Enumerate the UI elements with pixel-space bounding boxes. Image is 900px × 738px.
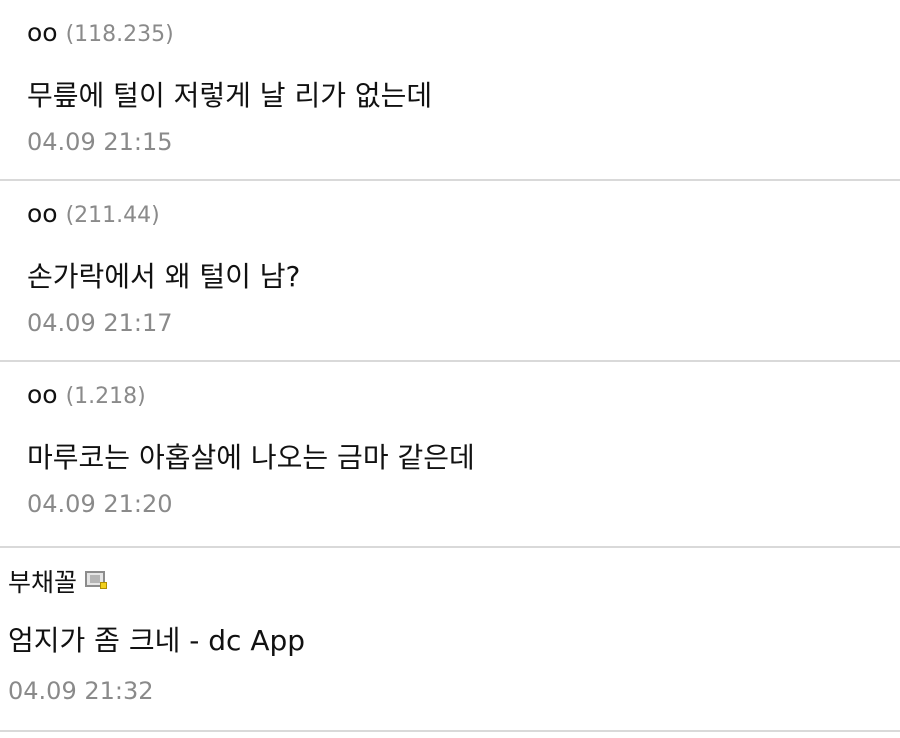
comment-ip: (118.235) — [65, 22, 174, 47]
comment-item: 부채꼴 엄지가 좀 크네 - dc App 04.09 21:32 — [0, 548, 900, 732]
comment-text: 마루코는 아홉살에 나오는 금마 같은데 — [27, 441, 475, 474]
comment-date: 04.09 21:17 — [27, 309, 173, 337]
comment-date: 04.09 21:32 — [8, 677, 154, 705]
comment-author[interactable]: oo — [27, 18, 58, 47]
comment-date: 04.09 21:20 — [27, 490, 173, 518]
comment-date: 04.09 21:15 — [27, 128, 173, 156]
comment-text: 무릎에 털이 저렇게 날 리가 없는데 — [27, 79, 433, 112]
comment-author[interactable]: oo — [27, 199, 58, 228]
comment-author[interactable]: oo — [27, 380, 58, 409]
comment-item: oo (118.235) 무릎에 털이 저렇게 날 리가 없는데 04.09 21… — [0, 0, 900, 181]
comment-item: oo (211.44) 손가락에서 왜 털이 남? 04.09 21:17 — [0, 181, 900, 362]
comment-list: oo (118.235) 무릎에 털이 저렇게 날 리가 없는데 04.09 21… — [0, 0, 900, 738]
comment-author[interactable]: 부채꼴 — [8, 568, 77, 597]
comment-ip: (211.44) — [65, 203, 160, 228]
comment-ip: (1.218) — [65, 384, 146, 409]
comment-item: oo (1.218) 마루코는 아홉살에 나오는 금마 같은데 04.09 21:… — [0, 362, 900, 548]
comment-author-line: oo (1.218) — [27, 378, 146, 414]
comment-author-line: 부채꼴 — [8, 566, 108, 600]
member-badge-icon — [85, 571, 108, 589]
comment-text: 손가락에서 왜 털이 남? — [27, 260, 301, 293]
comment-author-line: oo (211.44) — [27, 197, 160, 233]
comment-author-line: oo (118.235) — [27, 16, 174, 52]
comment-text: 엄지가 좀 크네 - dc App — [8, 624, 306, 657]
